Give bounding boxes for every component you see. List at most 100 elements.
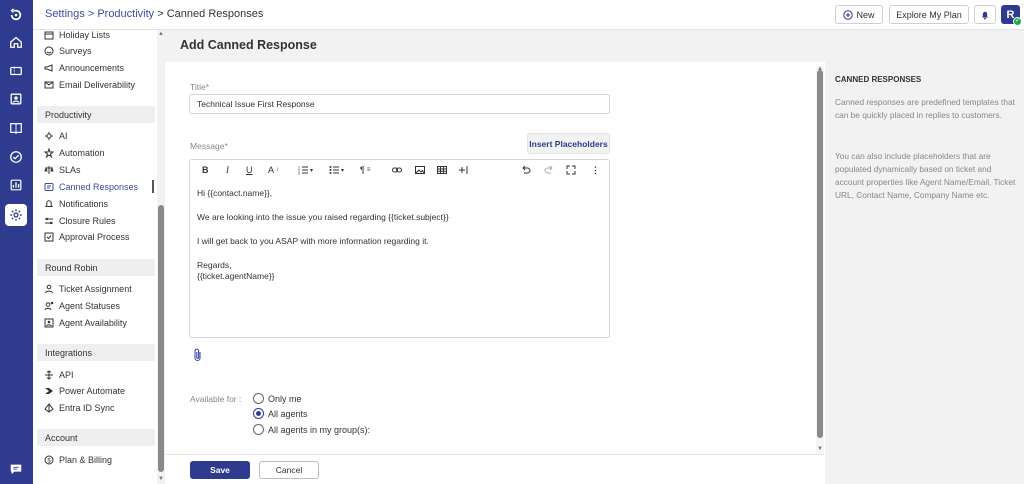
breadcrumb-separator: > [87,8,95,20]
fullscreen-icon[interactable] [566,165,576,175]
radio-button-selected[interactable] [253,408,264,419]
sidebar-item-closure-rules[interactable]: Closure Rules [44,216,116,226]
save-button[interactable]: Save [190,461,250,479]
section-productivity: Productivity [37,106,155,123]
sidebar-item-notifications[interactable]: Notifications [44,199,108,209]
sidebar-item-api[interactable]: API [44,370,74,380]
message-line: Regards, [197,260,232,270]
logo-icon[interactable] [5,4,27,26]
message-line: We are looking into the issue you raised… [197,212,449,222]
sidebar-item-ticket-assignment[interactable]: Ticket Assignment [44,284,132,294]
sidebar-item-label: Notifications [59,199,109,209]
tickets-icon[interactable] [5,60,27,82]
tasks-icon[interactable] [5,146,27,168]
info-panel-heading: CANNED RESPONSES [835,75,922,84]
ticket-assignment-icon [44,284,54,294]
contacts-icon[interactable] [5,88,27,110]
font-size-icon[interactable]: A ↕ [268,165,279,175]
scroll-down-icon[interactable]: ▼ [158,476,164,482]
radio-button[interactable] [253,393,264,404]
canned-responses-icon [44,182,54,192]
scroll-down-icon[interactable]: ▼ [817,446,823,452]
bell-icon [44,199,54,209]
breadcrumb: Settings > Productivity > Canned Respons… [45,8,263,20]
message-line: Hi {{contact.name}}, [197,188,273,198]
api-icon [44,370,54,380]
sidebar-item-label: Automation [59,148,105,158]
redo-icon[interactable] [544,165,554,175]
option-all-agents[interactable]: All agents [253,408,308,419]
agent-availability-icon [44,318,54,328]
message-label: Message* [190,141,228,151]
chat-icon[interactable] [5,458,27,480]
option-only-me[interactable]: Only me [253,393,302,404]
scroll-up-icon[interactable]: ▲ [817,66,823,72]
radio-button[interactable] [253,424,264,435]
sidebar-item-slas[interactable]: SLAs [44,165,81,175]
link-icon[interactable] [392,165,402,175]
cancel-button[interactable]: Cancel [259,461,319,479]
bold-icon[interactable]: B [202,165,209,175]
email-icon [44,80,54,90]
sidebar-item-label: Agent Statuses [59,301,121,311]
sidebar-scrollbar-thumb[interactable] [158,205,164,472]
breadcrumb-productivity[interactable]: Productivity [97,8,154,20]
title-input[interactable] [189,94,610,114]
sidebar-item-canned-responses[interactable]: Canned Responses [44,182,138,192]
insert-icon[interactable] [459,165,469,175]
sidebar-item-ai[interactable]: AI [44,131,68,141]
settings-sidebar: Holiday Lists Surveys Announcements Emai… [33,30,156,484]
explore-plan-label: Explore My Plan [896,9,962,20]
home-icon[interactable] [5,31,27,53]
sidebar-item-entra-id-sync[interactable]: Entra ID Sync [44,403,115,413]
sidebar-item-label: Email Deliverability [59,80,136,90]
ai-icon [44,131,54,141]
new-button[interactable]: New [835,5,883,24]
sidebar-item-email-deliverability[interactable]: Email Deliverability [44,80,135,90]
ordered-list-icon[interactable]: 1 2 3 ▾ [298,165,313,176]
agent-status-icon [44,301,54,311]
footer-divider [165,454,825,455]
plus-circle-icon [843,9,854,20]
scroll-up-icon[interactable]: ▲ [158,31,164,37]
explore-plan-button[interactable]: Explore My Plan [889,5,969,24]
italic-icon[interactable]: I [226,165,229,175]
sidebar-item-holiday-lists[interactable]: Holiday Lists [44,30,110,40]
sidebar-item-label: Power Automate [59,386,126,396]
paragraph-icon[interactable]: ¶ ≡ [360,165,370,175]
sidebar-item-surveys[interactable]: Surveys [44,46,92,56]
reports-icon[interactable] [5,174,27,196]
sidebar-item-agent-availability[interactable]: Agent Availability [44,318,127,328]
automation-icon [44,148,54,158]
power-automate-icon [44,386,54,396]
image-icon[interactable] [415,165,425,175]
notifications-button[interactable] [974,5,996,24]
option-my-groups[interactable]: All agents in my group(s): [253,424,370,435]
sidebar-item-approval-process[interactable]: Approval Process [44,232,130,242]
sidebar-item-announcements[interactable]: Announcements [44,63,124,73]
undo-icon[interactable] [521,165,531,175]
more-icon[interactable]: ⋮ [591,165,600,176]
sidebar-item-label: Plan & Billing [59,455,113,465]
insert-placeholders-button[interactable]: Insert Placeholders [527,133,610,154]
option-label: Only me [268,393,302,404]
message-editor[interactable]: B I U A ↕ 1 2 3 ▾ ▾ ¶ ≡ ⋮ Hi {{contact.name}}… [189,159,610,338]
unordered-list-icon[interactable]: ▾ [329,165,344,175]
info-panel-paragraph: Canned responses are predefined template… [835,97,1015,120]
attachment-icon[interactable] [193,348,203,364]
sidebar-item-agent-statuses[interactable]: Agent Statuses [44,301,120,311]
sidebar-item-label: SLAs [59,165,81,175]
info-panel: CANNED RESPONSES Canned responses are pr… [825,66,1024,484]
sidebar-item-automation[interactable]: Automation [44,148,105,158]
knowledge-base-icon[interactable] [5,117,27,139]
breadcrumb-settings[interactable]: Settings [45,8,85,20]
option-label: All agents in my group(s): [268,424,371,435]
settings-icon[interactable] [5,204,27,226]
message-line: I will get back to you ASAP with more in… [197,236,429,246]
table-icon[interactable] [437,165,447,175]
editor-toolbar: B I U A ↕ 1 2 3 ▾ ▾ ¶ ≡ ⋮ [190,160,609,181]
underline-icon[interactable]: U [246,165,253,175]
main-scrollbar-thumb[interactable] [817,70,823,438]
sidebar-item-power-automate[interactable]: Power Automate [44,386,125,396]
sidebar-item-plan-billing[interactable]: $ Plan & Billing [44,455,112,465]
